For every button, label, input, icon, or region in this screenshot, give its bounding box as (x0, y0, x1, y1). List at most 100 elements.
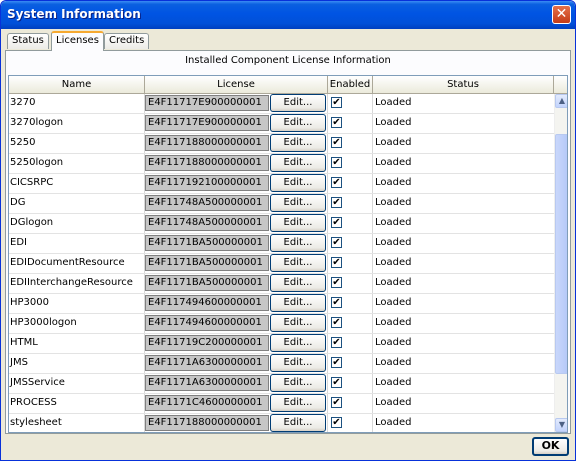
scroll-up-arrow-icon[interactable]: ▲ (555, 94, 567, 108)
vertical-scrollbar[interactable]: ▲ ▼ (554, 94, 567, 432)
enabled-checkbox[interactable]: ✔ (331, 277, 342, 288)
license-key-field: E4F117494600000001 (145, 295, 269, 311)
enabled-checkbox[interactable]: ✔ (331, 197, 342, 208)
status-text: Loaded (375, 297, 412, 308)
edit-license-button[interactable]: Edit... (270, 414, 326, 432)
scrollbar-thumb[interactable] (555, 134, 567, 374)
edit-license-button[interactable]: Edit... (270, 394, 326, 412)
enabled-checkbox[interactable]: ✔ (331, 157, 342, 168)
tab-status[interactable]: Status (7, 33, 49, 49)
table-row[interactable]: EDIDocumentResource E4F1171BA500000001 Edi… (9, 254, 554, 274)
enabled-checkbox[interactable]: ✔ (331, 297, 342, 308)
table-row[interactable]: JMS E4F1171A6300000001 Edit... ✔ Loaded (9, 354, 554, 374)
table-row[interactable]: stylesheet E4F117188000000001 Edit... ✔ Load… (9, 414, 554, 432)
component-name: JMS (10, 357, 28, 368)
enabled-checkbox[interactable]: ✔ (331, 237, 342, 248)
license-key-field: E4F11719C200000001 (145, 335, 269, 351)
column-header-enabled[interactable]: Enabled (328, 76, 373, 94)
edit-license-button[interactable]: Edit... (270, 274, 326, 292)
tab-licenses[interactable]: Licenses (51, 31, 104, 51)
table-row[interactable]: 3270 E4F11717E900000001 Edit... ✔ Loaded (9, 94, 554, 114)
enabled-checkbox[interactable]: ✔ (331, 317, 342, 328)
license-key-field: E4F1171A6300000001 (145, 375, 269, 391)
status-text: Loaded (375, 377, 412, 388)
title-bar[interactable]: System Information ✕ (1, 1, 575, 29)
license-key-field: E4F11717E900000001 (145, 95, 269, 111)
enabled-checkbox[interactable]: ✔ (331, 417, 342, 428)
enabled-checkbox[interactable]: ✔ (331, 357, 342, 368)
column-header-status[interactable]: Status (373, 76, 554, 94)
edit-license-button[interactable]: Edit... (270, 94, 326, 112)
component-name: EDI (10, 237, 27, 248)
scroll-down-arrow-icon[interactable]: ▼ (555, 418, 567, 432)
license-key-field: E4F117192100000001 (145, 175, 269, 191)
component-name: 3270logon (10, 117, 64, 128)
license-key-field: E4F11748A500000001 (145, 215, 269, 231)
enabled-checkbox[interactable]: ✔ (331, 397, 342, 408)
table-row[interactable]: 5250logon E4F117188000000001 Edit... ✔ Loade… (9, 154, 554, 174)
edit-license-button[interactable]: Edit... (270, 254, 326, 272)
status-text: Loaded (375, 257, 412, 268)
component-name: JMSService (10, 377, 65, 388)
edit-license-button[interactable]: Edit... (270, 194, 326, 212)
edit-license-button[interactable]: Edit... (270, 174, 326, 192)
component-name: EDIDocumentResource (10, 257, 125, 268)
component-name: HP3000logon (10, 317, 77, 328)
column-header-name[interactable]: Name (9, 76, 145, 94)
edit-license-button[interactable]: Edit... (270, 294, 326, 312)
enabled-checkbox[interactable]: ✔ (331, 137, 342, 148)
licenses-panel: Installed Component License Information … (5, 50, 571, 434)
status-text: Loaded (375, 177, 412, 188)
window-title: System Information (7, 7, 141, 21)
enabled-checkbox[interactable]: ✔ (331, 97, 342, 108)
edit-license-button[interactable]: Edit... (270, 334, 326, 352)
edit-license-button[interactable]: Edit... (270, 354, 326, 372)
component-name: PROCESS (10, 397, 57, 408)
license-key-field: E4F1171BA500000001 (145, 235, 269, 251)
close-icon[interactable]: ✕ (552, 5, 571, 24)
enabled-checkbox[interactable]: ✔ (331, 257, 342, 268)
table-row[interactable]: 5250 E4F117188000000001 Edit... ✔ Loaded (9, 134, 554, 154)
component-name: stylesheet (10, 417, 62, 428)
column-header-license[interactable]: License (145, 76, 328, 94)
table-row[interactable]: PROCESS E4F1171C4600000001 Edit... ✔ Loaded (9, 394, 554, 414)
license-key-field: E4F117494600000001 (145, 315, 269, 331)
edit-license-button[interactable]: Edit... (270, 314, 326, 332)
table-row[interactable]: EDIInterchangeResource E4F1171BA500000001… (9, 274, 554, 294)
status-text: Loaded (375, 217, 412, 228)
ok-button[interactable]: OK (532, 437, 569, 456)
enabled-checkbox[interactable]: ✔ (331, 337, 342, 348)
system-information-window: System Information ✕ Status Licenses Cre… (0, 0, 576, 461)
status-text: Loaded (375, 317, 412, 328)
edit-license-button[interactable]: Edit... (270, 154, 326, 172)
tab-credits[interactable]: Credits (104, 33, 150, 49)
license-key-field: E4F117188000000001 (145, 415, 269, 431)
table-row[interactable]: 3270logon E4F11717E900000001 Edit... ✔ Loade… (9, 114, 554, 134)
edit-license-button[interactable]: Edit... (270, 114, 326, 132)
table-row[interactable]: HP3000 E4F117494600000001 Edit... ✔ Loaded (9, 294, 554, 314)
edit-license-button[interactable]: Edit... (270, 214, 326, 232)
enabled-checkbox[interactable]: ✔ (331, 117, 342, 128)
edit-license-button[interactable]: Edit... (270, 234, 326, 252)
table-row[interactable]: DGlogon E4F11748A500000001 Edit... ✔ Loaded (9, 214, 554, 234)
license-key-field: E4F1171BA500000001 (145, 275, 269, 291)
status-text: Loaded (375, 277, 412, 288)
table-row[interactable]: DG E4F11748A500000001 Edit... ✔ Loaded (9, 194, 554, 214)
component-name: 3270 (10, 97, 36, 108)
table-row[interactable]: HP3000logon E4F117494600000001 Edit... ✔ Loa… (9, 314, 554, 334)
enabled-checkbox[interactable]: ✔ (331, 217, 342, 228)
table-row[interactable]: EDI E4F1171BA500000001 Edit... ✔ Loaded (9, 234, 554, 254)
component-name: 5250logon (10, 157, 64, 168)
component-name: CICSRPC (10, 177, 54, 188)
edit-license-button[interactable]: Edit... (270, 374, 326, 392)
table-row[interactable]: CICSRPC E4F117192100000001 Edit... ✔ Loaded (9, 174, 554, 194)
enabled-checkbox[interactable]: ✔ (331, 177, 342, 188)
enabled-checkbox[interactable]: ✔ (331, 377, 342, 388)
edit-license-button[interactable]: Edit... (270, 134, 326, 152)
license-table: Name License Enabled Status 3270 E4F11717… (8, 75, 568, 433)
table-row[interactable]: HTML E4F11719C200000001 Edit... ✔ Loaded (9, 334, 554, 354)
status-text: Loaded (375, 197, 412, 208)
table-row[interactable]: JMSService E4F1171A6300000001 Edit... ✔ Load… (9, 374, 554, 394)
status-text: Loaded (375, 397, 412, 408)
component-name: 5250 (10, 137, 36, 148)
